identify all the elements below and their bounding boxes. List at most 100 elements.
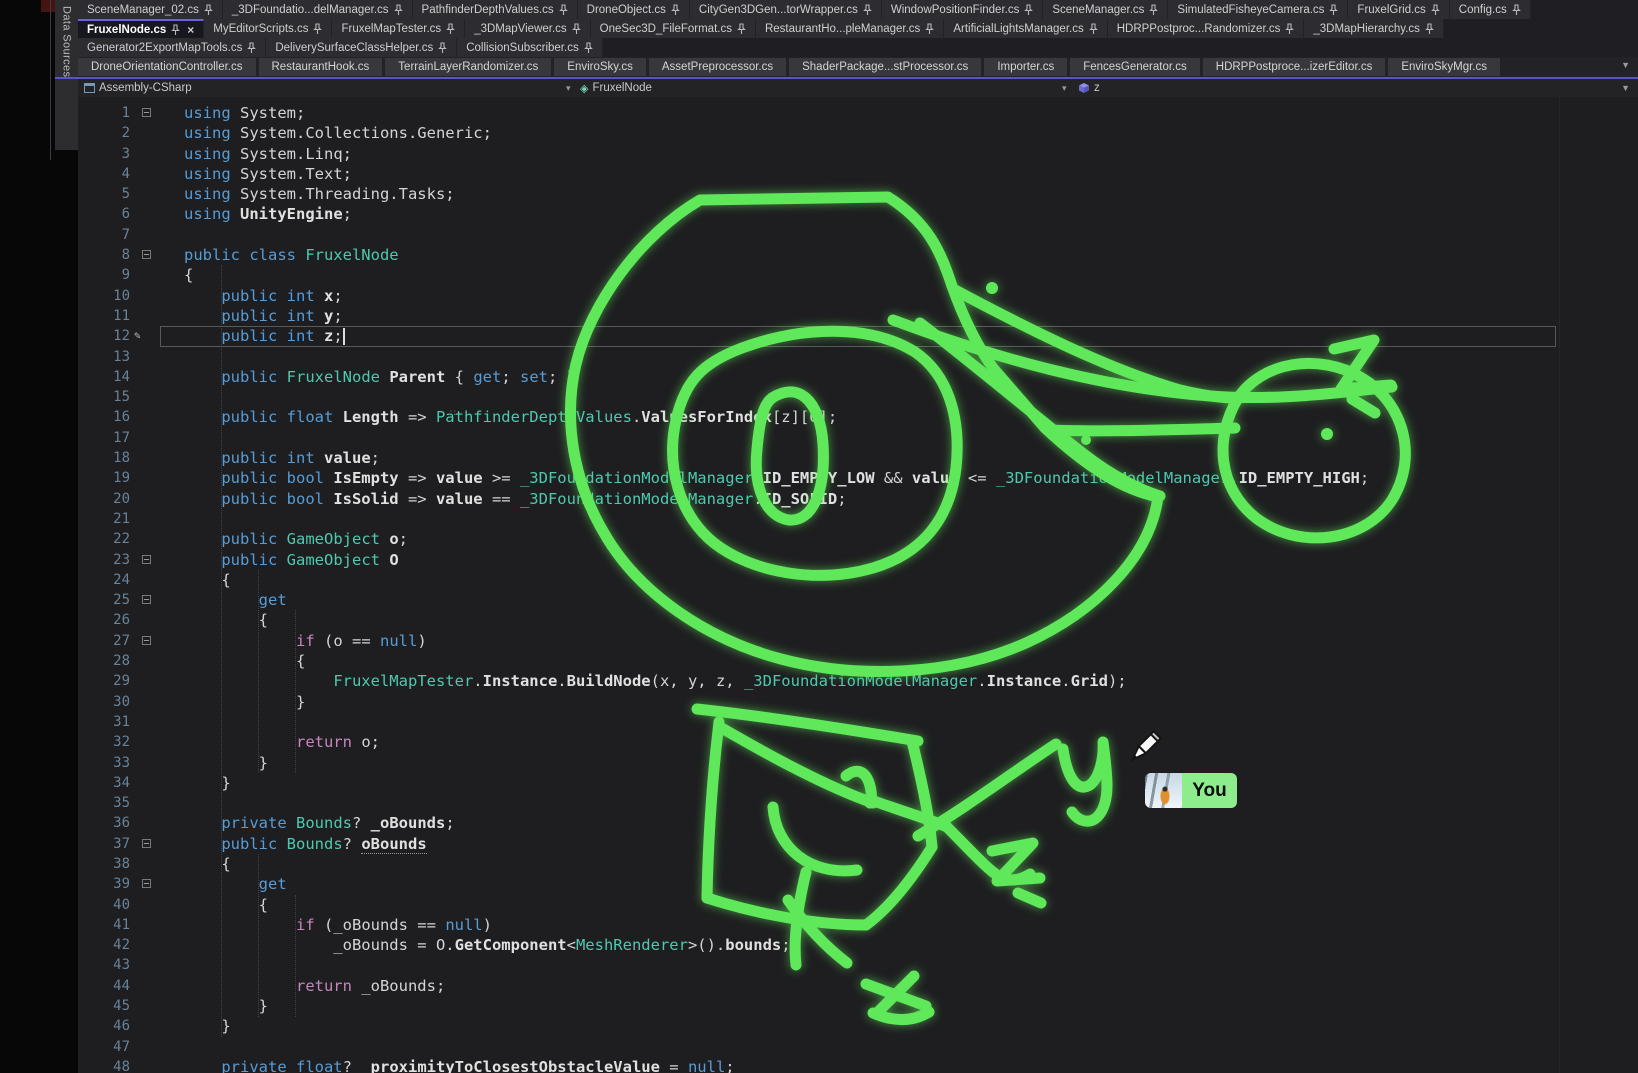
code-line[interactable]: 28 { [78,651,1638,671]
fold-marker-icon[interactable] [142,839,151,848]
pin-icon[interactable] [313,23,322,35]
line-number[interactable]: 4 [78,164,130,184]
line-number[interactable]: 44 [78,976,130,996]
code-line[interactable]: 42 _oBounds = O.GetComponent<MeshRendere… [78,935,1638,955]
close-icon[interactable]: × [187,23,194,37]
line-number[interactable]: 31 [78,712,130,732]
line-number[interactable]: 42 [78,935,130,955]
fold-marker-icon[interactable] [142,595,151,604]
line-number[interactable]: 40 [78,895,130,915]
code-line[interactable]: 16 public float Length => PathfinderDept… [78,407,1638,427]
code-line[interactable]: 2using System.Collections.Generic; [78,123,1638,143]
tab-windowpositionfinder-cs[interactable]: WindowPositionFinder.cs [882,0,1043,19]
line-number[interactable]: 39 [78,874,130,894]
code-line[interactable]: 23 public GameObject O [78,550,1638,570]
code-line[interactable]: 25 get [78,590,1638,610]
code-line[interactable]: 47 [78,1037,1638,1057]
code-line[interactable]: 31 [78,712,1638,732]
code-line[interactable]: 8public class FruxelNode [78,245,1638,265]
tab-hdrppostproce-izereditor-cs[interactable]: HDRPPostproce...izerEditor.cs [1203,58,1386,76]
tab-envirosky-cs[interactable]: EnviroSky.cs [554,58,646,76]
line-number[interactable]: 3 [78,144,130,164]
code-line[interactable]: 4using System.Text; [78,164,1638,184]
line-number[interactable]: 17 [78,428,130,448]
fold-marker-icon[interactable] [142,108,151,117]
line-number[interactable]: 46 [78,1016,130,1036]
code-line[interactable]: 1using System; [78,103,1638,123]
code-line[interactable]: 13 [78,347,1638,367]
code-line[interactable]: 7 [78,225,1638,245]
code-line[interactable]: 46 } [78,1016,1638,1036]
pin-icon[interactable] [572,23,581,35]
code-line[interactable]: 34 } [78,773,1638,793]
breadcrumb-dropdown-icon[interactable]: ▾ [566,83,571,94]
line-number[interactable]: 41 [78,915,130,935]
code-line[interactable]: 32 return o; [78,732,1638,752]
code-line[interactable]: 37 public Bounds? oBounds [78,834,1638,854]
line-number[interactable]: 13 [78,347,130,367]
line-number[interactable]: 9 [78,265,130,285]
code-line[interactable]: 43 [78,955,1638,975]
code-line[interactable]: 40 { [78,895,1638,915]
tab--3dmapviewer-cs[interactable]: _3DMapViewer.cs [465,19,590,38]
pin-icon[interactable] [1425,23,1434,35]
pin-icon[interactable] [438,42,447,54]
code-line[interactable]: 44 return _oBounds; [78,976,1638,996]
line-number[interactable]: 22 [78,529,130,549]
tab-fruxelnode-cs[interactable]: FruxelNode.cs× [78,19,204,38]
line-number[interactable]: 12 [78,326,130,346]
pin-icon[interactable] [394,4,403,16]
pin-icon[interactable] [1431,4,1440,16]
pin-icon[interactable] [1512,4,1521,16]
code-line[interactable]: 15 [78,387,1638,407]
code-line[interactable]: 24 { [78,570,1638,590]
code-line[interactable]: 35 [78,793,1638,813]
code-line[interactable]: 38 { [78,854,1638,874]
tab-collisionsubscriber-cs[interactable]: CollisionSubscriber.cs [457,38,603,57]
breadcrumb-project[interactable]: Assembly-CSharp [99,82,192,94]
code-line[interactable]: 19 public bool IsEmpty => value >= _3DFo… [78,468,1638,488]
line-number[interactable]: 5 [78,184,130,204]
pin-icon[interactable] [925,23,934,35]
pin-icon[interactable] [1149,4,1158,16]
line-number[interactable]: 33 [78,753,130,773]
code-line[interactable]: 39 get [78,874,1638,894]
tab--3dfoundatio-delmanager-cs[interactable]: _3DFoundatio...delManager.cs [223,0,413,19]
code-line[interactable]: 17 [78,428,1638,448]
pin-icon[interactable] [1024,4,1033,16]
code-line[interactable]: 41 if (_oBounds == null) [78,915,1638,935]
pin-icon[interactable] [863,4,872,16]
pin-icon[interactable] [204,4,213,16]
pin-icon[interactable] [1285,23,1294,35]
line-number[interactable]: 34 [78,773,130,793]
line-number[interactable]: 7 [78,225,130,245]
line-number[interactable]: 36 [78,813,130,833]
pin-icon[interactable] [171,24,180,36]
line-number[interactable]: 1 [78,103,130,123]
line-number[interactable]: 2 [78,123,130,143]
line-number[interactable]: 14 [78,367,130,387]
tab-restaurantho-plemanager-cs[interactable]: RestaurantHo...pleManager.cs [756,19,944,38]
line-number[interactable]: 26 [78,610,130,630]
tab-droneorientationcontroller-cs[interactable]: DroneOrientationController.cs [78,58,256,76]
code-line[interactable]: 11 public int y; [78,306,1638,326]
pin-icon[interactable] [584,42,593,54]
tab-terrainlayerrandomizer-cs[interactable]: TerrainLayerRandomizer.cs [385,58,551,76]
tab-enviroskymgr-cs[interactable]: EnviroSkyMgr.cs [1388,58,1500,76]
line-number[interactable]: 16 [78,407,130,427]
line-number[interactable]: 29 [78,671,130,691]
code-line[interactable]: 45 } [78,996,1638,1016]
tab-myeditorscripts-cs[interactable]: MyEditorScripts.cs [204,19,332,38]
line-number[interactable]: 6 [78,204,130,224]
code-line[interactable]: 12✎ public int z; [78,326,1638,346]
pin-icon[interactable] [1329,4,1338,16]
code-line[interactable]: 30 } [78,692,1638,712]
tab-citygen3dgen-torwrapper-cs[interactable]: CityGen3DGen...torWrapper.cs [690,0,882,19]
line-number[interactable]: 23 [78,550,130,570]
code-line[interactable]: 10 public int x; [78,286,1638,306]
code-line[interactable]: 20 public bool IsSolid => value == _3DFo… [78,489,1638,509]
line-number[interactable]: 38 [78,854,130,874]
line-number[interactable]: 18 [78,448,130,468]
tab-droneobject-cs[interactable]: DroneObject.cs [578,0,690,19]
line-number[interactable]: 27 [78,631,130,651]
